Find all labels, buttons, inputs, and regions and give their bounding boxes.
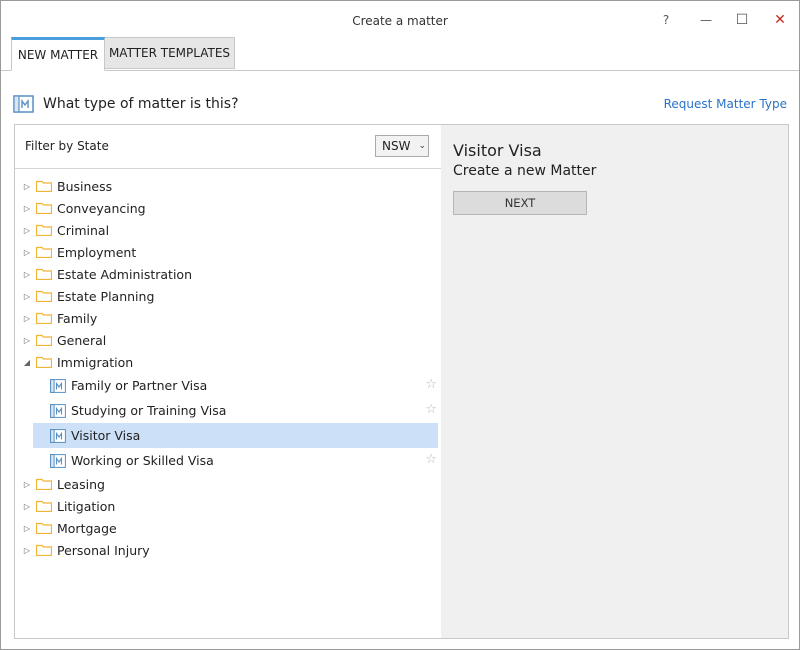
tree-item-label: Visitor Visa (71, 428, 141, 443)
tree-item-family[interactable]: ▷ Family (15, 307, 441, 329)
close-button[interactable]: ✕ (765, 9, 795, 31)
folder-icon (36, 500, 52, 512)
folder-icon (36, 522, 52, 534)
favorite-star-icon[interactable]: ☆ (425, 402, 437, 417)
matter-detail-panel: Visitor Visa Create a new Matter NEXT (441, 124, 789, 639)
tree-item-label: Personal Injury (57, 542, 150, 558)
expand-arrow-icon[interactable]: ▷ (22, 226, 32, 235)
matter-type-panel: Filter by State NSW ⌄ ▷ Business ▷ Conve… (14, 124, 442, 639)
tree-item-label: Leasing (57, 476, 105, 492)
state-select[interactable]: NSW ⌄ (375, 135, 429, 157)
expand-arrow-icon[interactable]: ▷ (22, 502, 32, 511)
tree-item-estate-administration[interactable]: ▷ Estate Administration (15, 263, 441, 285)
expand-arrow-icon[interactable]: ▷ (22, 182, 32, 191)
expand-arrow-icon[interactable]: ▷ (22, 204, 32, 213)
folder-icon (36, 246, 52, 258)
matter-type-header: What type of matter is this? (13, 93, 239, 115)
expand-arrow-icon[interactable]: ▷ (22, 248, 32, 257)
tree-item-leasing[interactable]: ▷ Leasing (15, 473, 441, 495)
expand-arrow-icon[interactable]: ▷ (22, 292, 32, 301)
tree-item-visitor-visa[interactable]: Visitor Visa (33, 423, 438, 448)
tree-item-label: Immigration (57, 354, 134, 370)
tree-item-estate-planning[interactable]: ▷ Estate Planning (15, 285, 441, 307)
favorite-star-icon[interactable]: ☆ (425, 452, 437, 467)
tree-item-studying-or-training-visa[interactable]: Studying or Training Visa ☆ (15, 398, 441, 423)
folder-icon (36, 544, 52, 556)
request-matter-type-link[interactable]: Request Matter Type (664, 97, 787, 111)
folder-icon (36, 290, 52, 302)
tree-item-mortgage[interactable]: ▷ Mortgage (15, 517, 441, 539)
minimize-button[interactable]: — (691, 9, 721, 31)
tree-item-label: Working or Skilled Visa (71, 453, 214, 468)
tree-item-conveyancing[interactable]: ▷ Conveyancing (15, 197, 441, 219)
folder-icon (36, 202, 52, 214)
expand-arrow-icon[interactable]: ▷ (22, 524, 32, 533)
matter-type-question: What type of matter is this? (43, 96, 239, 112)
next-button[interactable]: NEXT (453, 191, 587, 215)
folder-icon (36, 268, 52, 280)
tree-item-general[interactable]: ▷ General (15, 329, 441, 351)
tree-item-label: Studying or Training Visa (71, 403, 227, 418)
folder-icon (36, 180, 52, 192)
tree-item-label: Estate Administration (57, 266, 193, 282)
expand-arrow-icon[interactable]: ▷ (22, 270, 32, 279)
tree-item-label: Mortgage (57, 520, 117, 536)
favorite-star-icon[interactable]: ☆ (425, 377, 437, 392)
maximize-button[interactable]: ☐ (727, 9, 757, 31)
selected-matter-title: Visitor Visa (453, 141, 542, 160)
tree-item-label: Family (57, 310, 98, 326)
tree-item-criminal[interactable]: ▷ Criminal (15, 219, 441, 241)
tab-matter-templates[interactable]: MATTER TEMPLATES (105, 37, 235, 69)
tree-item-personal-injury[interactable]: ▷ Personal Injury (15, 539, 441, 561)
tree-item-employment[interactable]: ▷ Employment (15, 241, 441, 263)
expand-arrow-icon[interactable]: ▷ (22, 546, 32, 555)
folder-icon (36, 478, 52, 490)
tree-item-label: Estate Planning (57, 288, 155, 304)
tree-item-label: Litigation (57, 498, 116, 514)
tree-item-label: Employment (57, 244, 137, 260)
selected-matter-subtitle: Create a new Matter (453, 163, 597, 179)
tree-item-label: Family or Partner Visa (71, 378, 208, 393)
filter-label: Filter by State (25, 139, 109, 153)
matter-icon (13, 95, 34, 113)
matter-icon (50, 403, 66, 418)
collapse-arrow-icon[interactable]: ◢ (22, 358, 32, 367)
tree-item-family-or-partner-visa[interactable]: Family or Partner Visa ☆ (15, 373, 441, 398)
matter-type-tree: ▷ Business ▷ Conveyancing ▷ Criminal ▷ E… (15, 175, 441, 561)
tree-item-business[interactable]: ▷ Business (15, 175, 441, 197)
expand-arrow-icon[interactable]: ▷ (22, 480, 32, 489)
tree-item-label: Criminal (57, 222, 110, 238)
tree-item-working-or-skilled-visa[interactable]: Working or Skilled Visa ☆ (15, 448, 441, 473)
matter-icon (50, 378, 66, 393)
state-value: NSW (382, 139, 411, 153)
tree-item-immigration[interactable]: ◢ Immigration (15, 351, 441, 373)
tab-bar: NEW MATTER MATTER TEMPLATES (1, 37, 799, 71)
matter-icon (50, 453, 66, 468)
chevron-down-icon: ⌄ (418, 141, 427, 151)
tree-item-label: Conveyancing (57, 200, 146, 216)
filter-bar: Filter by State NSW ⌄ (15, 125, 441, 169)
tree-item-label: Business (57, 178, 113, 194)
help-button[interactable]: ? (651, 9, 681, 31)
folder-icon (36, 312, 52, 324)
folder-icon (36, 334, 52, 346)
tab-new-matter[interactable]: NEW MATTER (11, 37, 105, 71)
folder-icon (36, 224, 52, 236)
create-matter-window: Create a matter ? — ☐ ✕ NEW MATTER MATTE… (0, 0, 800, 650)
matter-icon (50, 428, 66, 443)
tree-item-label: General (57, 332, 107, 348)
expand-arrow-icon[interactable]: ▷ (22, 314, 32, 323)
folder-icon (36, 356, 52, 368)
title-bar: Create a matter ? — ☐ ✕ (1, 1, 799, 39)
tree-item-litigation[interactable]: ▷ Litigation (15, 495, 441, 517)
expand-arrow-icon[interactable]: ▷ (22, 336, 32, 345)
